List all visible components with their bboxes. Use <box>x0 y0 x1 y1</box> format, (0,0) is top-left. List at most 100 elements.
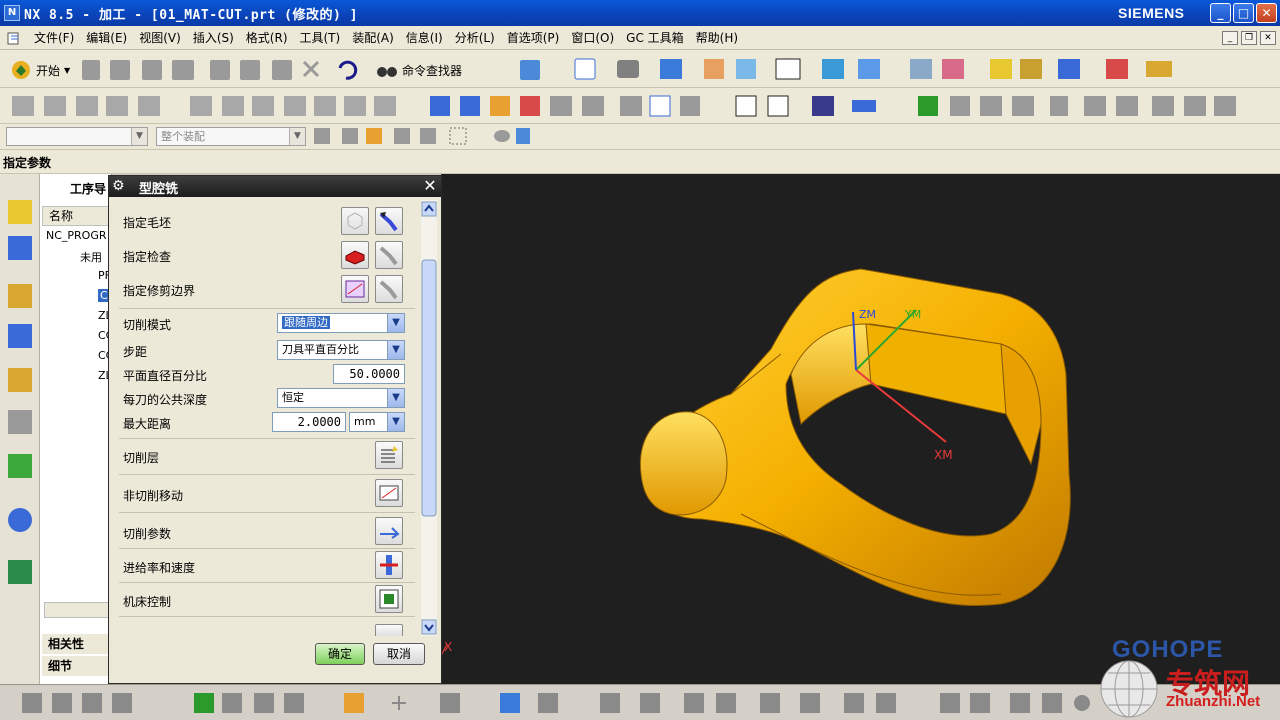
selection-toolbar: ▼ 整个装配 ▼ <box>0 124 1280 150</box>
feature-op3-icon <box>82 693 102 713</box>
details-section[interactable]: 细节 <box>42 656 111 676</box>
dialog-gear-icon[interactable]: ⚙ <box>112 178 128 194</box>
select-icon <box>366 128 382 144</box>
root-node[interactable]: NC_PROGR <box>46 229 107 242</box>
plus-icon <box>392 696 406 710</box>
cut-object-icon <box>620 96 642 116</box>
dependency-section[interactable]: 相关性 <box>42 634 111 654</box>
context-strip: 指定参数 <box>0 150 1280 174</box>
cutting-params-button[interactable] <box>375 517 403 545</box>
copy-icon <box>240 60 260 80</box>
section-divider-3 <box>119 474 415 475</box>
flashlight-disabled2-icon <box>379 280 398 300</box>
ok-button[interactable]: 确定 <box>315 643 365 665</box>
menu-item-3[interactable]: 插入(S) <box>187 30 240 46</box>
doc-close-button[interactable]: ✕ <box>1260 31 1276 45</box>
context-label: 指定参数 <box>3 156 52 170</box>
menu-item-7[interactable]: 信息(I) <box>400 30 449 46</box>
watermark-globe-icon <box>1100 660 1158 718</box>
machine-control-button[interactable] <box>375 585 403 613</box>
wcs-x-label: X <box>444 640 453 654</box>
flat-diameter-input[interactable]: 50.0000 <box>333 364 405 384</box>
menu-item-12[interactable]: 帮助(H) <box>690 30 744 46</box>
menu-item-10[interactable]: 窗口(O) <box>565 30 620 46</box>
close-button[interactable]: ✕ <box>1256 3 1277 23</box>
solid-op-icon <box>500 693 520 713</box>
menu-item-8[interactable]: 分析(L) <box>449 30 501 46</box>
trim-select-button[interactable] <box>341 275 369 303</box>
menu-item-0[interactable]: 文件(F) <box>28 30 80 46</box>
minimize-button[interactable]: _ <box>1210 3 1231 23</box>
cutting-params-icon <box>380 527 400 539</box>
ruler-icon <box>1020 59 1042 79</box>
non-cutting-button[interactable] <box>375 479 403 507</box>
navigator-hscrollbar[interactable] <box>44 602 110 618</box>
check-select-button[interactable] <box>341 241 369 269</box>
plane-icon <box>440 693 460 713</box>
menu-bar: 文件(F) 编辑(E) 视图(V) 插入(S) 格式(R) 工具(T) 装配(A) 信息(I)… <box>0 26 1280 50</box>
type-filter-combo[interactable]: ▼ <box>6 127 148 146</box>
ym-axis-label: YM <box>905 308 922 321</box>
watermark-logo: GOHOPE <box>1112 636 1224 663</box>
resource-bar-icons <box>8 200 32 584</box>
options-icon <box>1184 96 1206 116</box>
sync-op2-icon <box>970 693 990 713</box>
partial-button[interactable] <box>375 624 403 636</box>
doc-minimize-button[interactable]: _ <box>1222 31 1238 45</box>
doc-menu-icon[interactable] <box>6 30 22 46</box>
snap-point-icon <box>342 128 358 144</box>
command-finder-label: 命令查找器 <box>402 63 463 78</box>
cut-mode-select[interactable]: 跟随周边 ▼ <box>277 313 405 333</box>
dialog-close-icon[interactable]: ✕ <box>421 177 439 195</box>
assembly-scope-combo[interactable]: 整个装配 ▼ <box>156 127 306 146</box>
name-column-header[interactable]: 名称 <box>42 206 111 226</box>
doc-restore-button[interactable]: ❐ <box>1241 31 1257 45</box>
tree-node-unused[interactable]: 未用 <box>80 249 102 265</box>
cancel-button[interactable]: 取消 <box>373 643 425 665</box>
program-order-view-icon <box>430 96 450 116</box>
method-view-icon <box>520 96 540 116</box>
blank-select-button[interactable] <box>341 207 369 235</box>
common-depth-select[interactable]: 恒定 ▼ <box>277 388 405 408</box>
layer-icon <box>704 59 724 79</box>
sync-op5-icon <box>1074 695 1090 711</box>
scrollbar-graphic <box>421 200 437 636</box>
menu-item-5[interactable]: 工具(T) <box>294 30 347 46</box>
section-divider-5 <box>119 548 415 549</box>
dialog-title: 型腔铣 <box>139 182 179 197</box>
watermark-site: Zhuanzhi.Net <box>1166 693 1261 710</box>
dialog-scrollbar[interactable] <box>421 200 437 636</box>
stepover-select[interactable]: 刀具平直百分比 ▼ <box>277 340 405 360</box>
check-display-button[interactable] <box>375 241 403 269</box>
common-depth-value: 恒定 <box>282 391 304 404</box>
menu-item-6[interactable]: 装配(A) <box>346 30 400 46</box>
check-op-icon <box>194 693 214 713</box>
menu-item-4[interactable]: 格式(R) <box>240 30 294 46</box>
resource-bar <box>0 174 40 684</box>
part-navigator-icon <box>8 284 32 308</box>
dialog-titlebar[interactable]: ⚙ 型腔铣 ✕ <box>109 176 441 197</box>
cut-levels-button[interactable] <box>375 441 403 469</box>
verify-path-icon <box>252 96 274 116</box>
menu-item-1[interactable]: 编辑(E) <box>80 30 133 46</box>
blank-display-button[interactable] <box>375 207 403 235</box>
command-finder[interactable]: 命令查找器 <box>376 61 462 79</box>
section-divider-7 <box>119 616 415 617</box>
print-icon <box>172 60 194 80</box>
cube-op3-icon <box>684 693 704 713</box>
maximize-button[interactable]: □ <box>1233 3 1254 23</box>
orient-icon <box>822 59 844 79</box>
cut-mode-label: 切削模式 <box>123 318 172 332</box>
feature-op-icon <box>22 693 42 713</box>
max-distance-unit-select[interactable]: mm ▼ <box>349 412 405 432</box>
menu-item-11[interactable]: GC 工具箱 <box>620 30 690 46</box>
menu-item-9[interactable]: 首选项(P) <box>501 30 566 46</box>
geometry-view-icon <box>490 96 510 116</box>
feeds-speeds-button[interactable] <box>375 551 403 579</box>
trim-display-button[interactable] <box>375 275 403 303</box>
max-distance-input[interactable]: 2.0000 <box>272 412 346 432</box>
feeds-speeds-icon <box>380 555 398 575</box>
graphics-viewport[interactable]: XM YM ZM X <box>441 174 1280 684</box>
create-method-icon <box>106 96 128 116</box>
menu-item-2[interactable]: 视图(V) <box>133 30 187 46</box>
